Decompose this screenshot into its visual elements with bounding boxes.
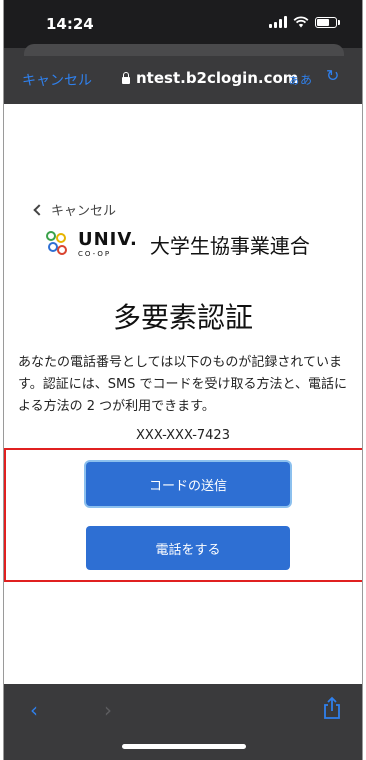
page-title: 多要素認証 xyxy=(112,301,253,334)
battery-tip xyxy=(338,19,340,25)
logo-wordmark: UNIV. CO-OP xyxy=(78,231,138,258)
reload-icon[interactable]: ↻ xyxy=(326,66,339,85)
phone-screen: 14:24 キャンセル ntest.b2clogin.com ぁあ ↻ キャンセ… xyxy=(3,0,363,760)
back-icon[interactable]: ‹ xyxy=(30,698,38,722)
forward-icon[interactable]: › xyxy=(104,698,112,722)
status-time: 14:24 xyxy=(46,15,94,33)
annotation-highlight-box xyxy=(4,448,362,582)
coop-logo-icon xyxy=(46,230,70,259)
home-indicator xyxy=(122,744,246,749)
logo-univ: UNIV. xyxy=(78,229,138,250)
browser-cancel-button[interactable]: キャンセル xyxy=(22,70,92,90)
page-content: キャンセル UNIV. CO-OP 大学生協事業連合 多要素認証 あなたの電話番… xyxy=(4,104,362,684)
signal-icon xyxy=(269,16,287,28)
battery-icon xyxy=(315,16,337,28)
logo: UNIV. CO-OP 大学生協事業連合 xyxy=(46,230,310,259)
back-link[interactable]: キャンセル xyxy=(32,200,116,219)
text-size-button[interactable]: ぁあ xyxy=(288,71,312,88)
share-icon[interactable] xyxy=(322,696,342,720)
phone-number: XXX-XXX-7423 xyxy=(136,428,230,443)
url-text: ntest.b2clogin.com xyxy=(136,69,299,87)
lock-icon xyxy=(122,71,130,84)
status-bar: 14:24 xyxy=(4,0,362,48)
back-link-label: キャンセル xyxy=(51,204,117,219)
description-text: あなたの電話番号としては以下のものが記録されています。認証には、SMS でコード… xyxy=(18,355,348,414)
wifi-icon xyxy=(293,16,309,28)
address-bar[interactable]: ntest.b2clogin.com xyxy=(122,69,298,87)
browser-sheet-edge xyxy=(24,44,344,56)
logo-coop: CO-OP xyxy=(78,250,112,258)
chevron-left-icon xyxy=(33,203,45,216)
status-icons xyxy=(269,16,340,28)
logo-japanese-name: 大学生協事業連合 xyxy=(149,234,310,258)
